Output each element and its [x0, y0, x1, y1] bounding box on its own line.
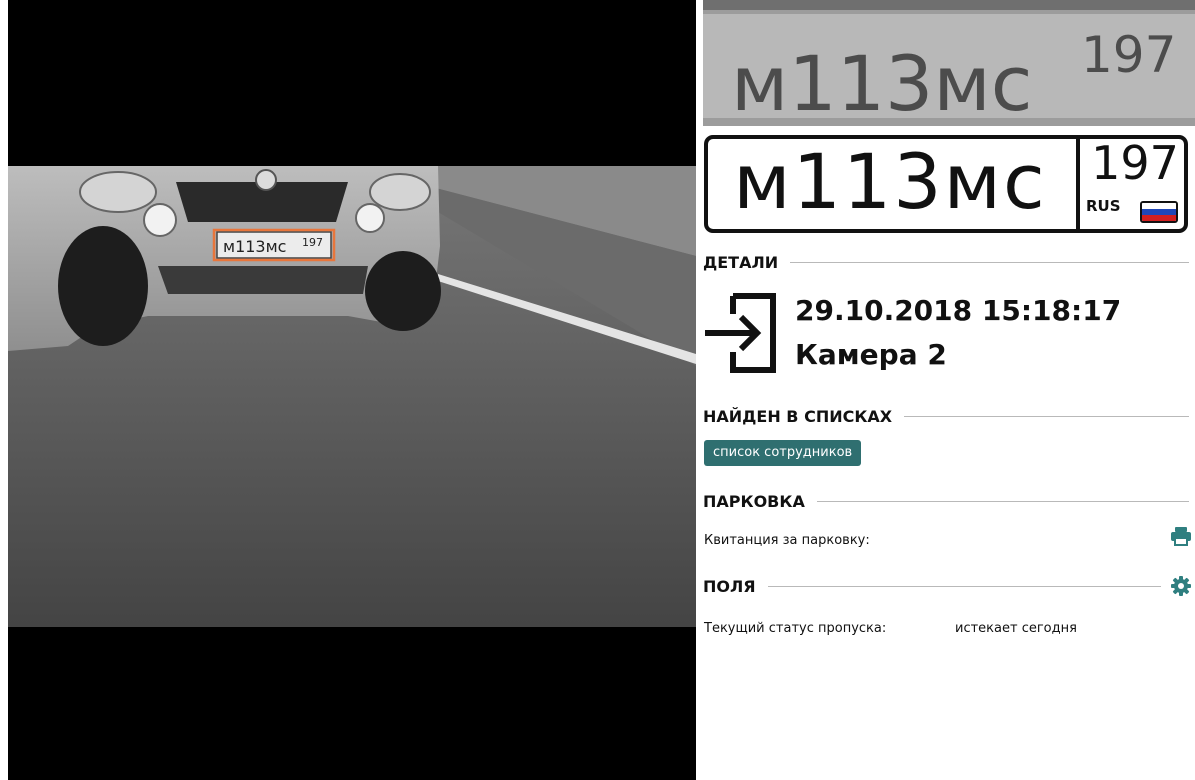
- russia-flag-icon: [1140, 201, 1178, 223]
- camera-plate-region: 197: [302, 236, 323, 249]
- pass-status-value: истекает сегодня: [955, 621, 1077, 636]
- camera-plate-text: м113мс: [223, 237, 286, 256]
- details-panel: м113мс 197 м113мс 197 RUS ДЕТАЛИ 29.10.2…: [703, 0, 1195, 780]
- parking-section-title: ПАРКОВКА: [703, 491, 805, 511]
- entry-arrow-icon: [703, 288, 785, 378]
- camera-viewport[interactable]: м113мс 197: [8, 0, 696, 780]
- parking-section-header: ПАРКОВКА: [703, 491, 1189, 511]
- plate-divider: [1076, 139, 1080, 229]
- lists-section-header: НАЙДЕН В СПИСКАХ: [703, 406, 1189, 426]
- plate-crop-region: 197: [1081, 26, 1176, 84]
- camera-frame: м113мс 197: [8, 166, 696, 627]
- details-section-title: ДЕТАЛИ: [703, 252, 779, 272]
- divider: [767, 585, 1161, 587]
- fields-section-title: ПОЛЯ: [703, 576, 756, 596]
- license-plate: м113мс 197 RUS: [704, 135, 1188, 233]
- printer-icon: [1171, 527, 1191, 546]
- event-datetime: 29.10.2018 15:18:17: [795, 294, 1122, 327]
- plate-country: RUS: [1086, 197, 1121, 215]
- lists-section-title: НАЙДЕН В СПИСКАХ: [703, 406, 893, 426]
- details-section-header: ДЕТАЛИ: [703, 252, 1189, 272]
- divider: [790, 261, 1189, 263]
- gear-icon: [1171, 576, 1191, 596]
- pass-status-label: Текущий статус пропуска:: [704, 621, 887, 636]
- plate-number: м113мс: [733, 137, 1047, 226]
- fields-settings-button[interactable]: [1169, 574, 1193, 598]
- list-tag-employees[interactable]: список сотрудников: [704, 440, 862, 466]
- plate-crop-image: м113мс 197: [703, 0, 1195, 126]
- parking-receipt-label: Квитанция за парковку:: [704, 533, 870, 548]
- plate-region: 197: [1091, 136, 1179, 190]
- print-button[interactable]: [1169, 524, 1193, 548]
- plate-crop-text: м113мс: [731, 39, 1033, 126]
- divider: [816, 500, 1189, 502]
- divider: [904, 415, 1189, 417]
- fields-section-header: ПОЛЯ: [703, 576, 1161, 596]
- event-camera: Камера 2: [795, 338, 947, 371]
